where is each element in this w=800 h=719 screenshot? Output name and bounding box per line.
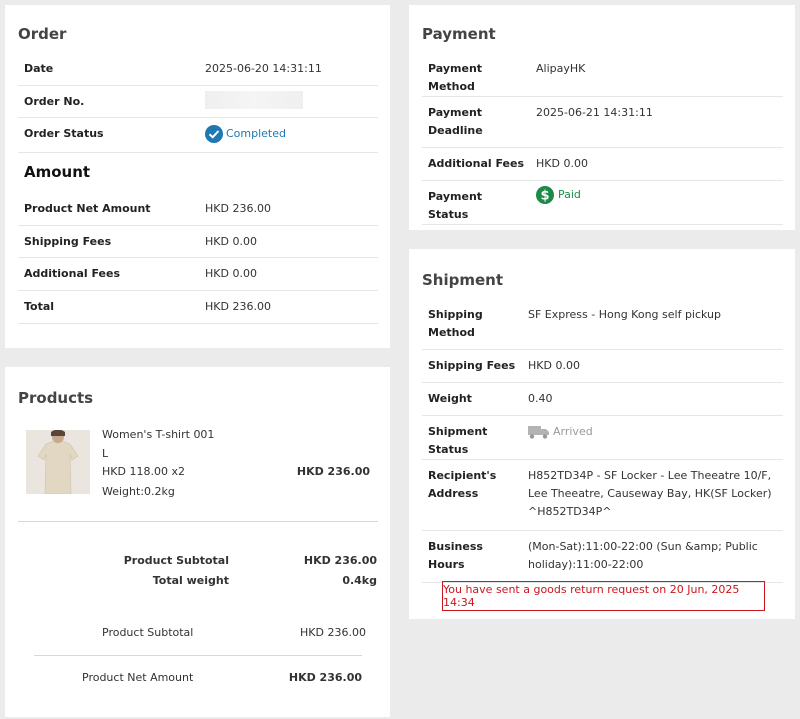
order-no-label: Order No. (18, 85, 199, 118)
product-weight: Weight:0.2kg (102, 485, 175, 498)
product-price-qty: HKD 118.00 x2 (102, 465, 185, 478)
order-table: Date 2025-06-20 14:31:11 Order No. Order… (18, 52, 378, 153)
dollar-circle-icon: $ (536, 186, 554, 204)
payment-additional-label: Additional Fees (422, 147, 530, 181)
products-card: Products (5, 367, 390, 717)
product-thumbnail[interactable] (26, 430, 90, 494)
totals-subtotal-label: Product Subtotal (102, 626, 194, 639)
summary-weight-label: Total weight (152, 574, 229, 587)
totals-divider (34, 655, 362, 656)
shipment-status-label: Shipment Status (422, 415, 522, 460)
shipment-title: Shipment (422, 271, 504, 289)
payment-deadline-value: 2025-06-21 14:31:11 (530, 96, 783, 148)
payment-status-label: Payment Status (422, 180, 530, 225)
amount-total-value: HKD 236.00 (199, 290, 378, 324)
payment-status-value: Paid (558, 188, 581, 201)
amount-net-value: HKD 236.00 (199, 192, 378, 226)
order-date-value: 2025-06-20 14:31:11 (199, 52, 378, 86)
amount-shipping-label: Shipping Fees (18, 225, 199, 258)
payment-deadline-label: Payment Deadline (422, 96, 530, 148)
amount-net-label: Product Net Amount (18, 192, 199, 226)
shipment-weight-value: 0.40 (522, 382, 783, 416)
shipment-status-badge: Arrived (528, 423, 593, 441)
amount-title: Amount (24, 163, 91, 181)
product-size: L (102, 447, 109, 460)
products-divider (18, 521, 378, 522)
order-status-value: Completed (226, 126, 286, 140)
amount-shipping-value: HKD 0.00 (199, 225, 378, 258)
products-title: Products (18, 389, 94, 407)
payment-status-badge: $ Paid (536, 186, 581, 204)
recipient-address-value: H852TD34P - SF Locker - Lee Theeatre 10/… (522, 459, 783, 531)
product-name[interactable]: Women's T-shirt 001 (102, 428, 214, 441)
amount-additional-value: HKD 0.00 (199, 257, 378, 291)
shipment-fees-label: Shipping Fees (422, 349, 522, 383)
business-hours-value: (Mon-Sat):11:00-22:00 (Sun &amp; Public … (522, 530, 783, 583)
order-status-badge: Completed (205, 124, 286, 143)
shipment-status-value: Arrived (553, 424, 593, 438)
summary-subtotal-value: HKD 236.00 (303, 554, 377, 567)
amount-total-label: Total (18, 290, 199, 324)
payment-method-value: AlipayHK (530, 52, 783, 97)
business-hours-label: Business Hours (422, 530, 522, 583)
payment-additional-value: HKD 0.00 (530, 147, 783, 181)
order-status-label: Order Status (18, 117, 199, 153)
summary-weight-value: 0.4kg (342, 574, 377, 587)
order-no-value-redacted (205, 90, 303, 109)
order-title: Order (18, 25, 67, 43)
totals-net-label: Product Net Amount (82, 671, 194, 684)
shipment-method-label: Shipping Method (422, 298, 522, 350)
shipment-method-value: SF Express - Hong Kong self pickup (522, 298, 783, 350)
shipment-table: Shipping Method SF Express - Hong Kong s… (422, 298, 783, 583)
recipient-address-label: Recipient's Address (422, 459, 522, 531)
product-line-total: HKD 236.00 (296, 465, 370, 478)
payment-method-label: Payment Method (422, 52, 530, 97)
payment-title: Payment (422, 25, 496, 43)
truck-icon (528, 425, 549, 439)
return-request-notice: You have sent a goods return request on … (442, 581, 765, 611)
totals-subtotal-value: HKD 236.00 (300, 626, 366, 639)
shipment-weight-label: Weight (422, 382, 522, 416)
order-date-label: Date (18, 52, 199, 86)
totals-net-value: HKD 236.00 (288, 671, 362, 684)
amount-table: Product Net Amount HKD 236.00 Shipping F… (18, 192, 378, 324)
payment-table: Payment Method AlipayHK Payment Deadline… (422, 52, 783, 225)
amount-additional-label: Additional Fees (18, 257, 199, 291)
shipment-fees-value: HKD 0.00 (522, 349, 783, 383)
summary-subtotal-label: Product Subtotal (123, 554, 229, 567)
check-circle-icon (205, 124, 223, 143)
svg-text:$: $ (540, 189, 549, 204)
